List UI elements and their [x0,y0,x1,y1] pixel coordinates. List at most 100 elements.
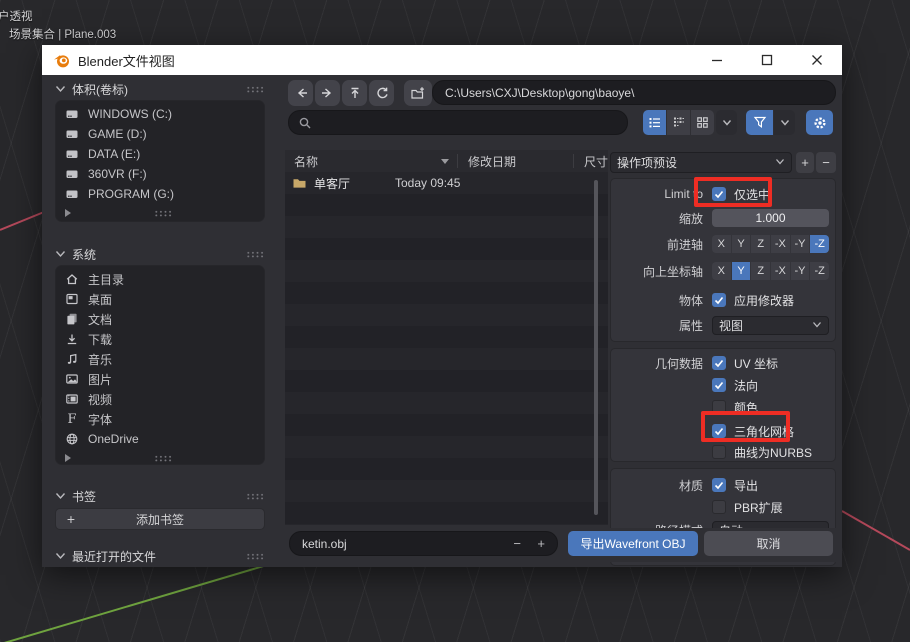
drive-icon [65,147,79,161]
normals-checkbox[interactable] [712,378,726,392]
triangulate-mesh-checkbox[interactable] [712,424,726,438]
search-input[interactable] [288,110,628,135]
panel-grip[interactable] [246,553,265,560]
axis-button[interactable]: -X [771,235,790,253]
sort-descending-icon[interactable] [441,159,449,164]
volumes-list: WINDOWS (C:) GAME (D:) DATA (E:) 360VR (… [55,100,265,222]
up-axis-group: X Y Z -X -Y -Z [712,262,829,280]
sidebar-item-pictures[interactable]: 图片 [56,369,264,389]
curves-as-nurbs-checkbox[interactable] [712,445,726,459]
check-icon [714,427,724,436]
sidebar-item-documents[interactable]: 文档 [56,309,264,329]
volume-item[interactable]: DATA (E:) [56,144,264,164]
axis-button[interactable]: Z [751,262,770,280]
scale-value-slider[interactable]: 1.000 [712,209,829,227]
cancel-button[interactable]: 取消 [704,531,833,556]
back-button[interactable] [288,80,313,106]
sidebar-section-recent[interactable]: 最近打开的文件 [55,548,265,564]
file-list-header: 名称 修改日期 尺寸 [285,150,608,172]
file-row[interactable]: 单客厅 Today 09:45 [285,172,608,194]
font-icon: F [65,412,79,426]
volume-item[interactable]: 360VR (F:) [56,164,264,184]
panel-grip[interactable] [246,86,265,93]
parent-directory-button[interactable] [342,80,367,106]
axis-button[interactable]: Y [732,262,751,280]
filter-options-dropdown[interactable] [774,110,795,135]
objects-label: 物体 [615,292,712,309]
back-arrow-icon [294,86,308,100]
colors-checkbox[interactable] [712,400,726,414]
chevron-down-icon [55,491,66,501]
sidebar-item-fonts[interactable]: F 字体 [56,409,264,429]
apply-modifiers-checkbox[interactable] [712,293,726,307]
panel-grip[interactable] [246,251,265,258]
maximize-button[interactable] [742,45,792,75]
expand-arrow-icon[interactable] [65,454,71,462]
filename-increment-button[interactable]: + [537,536,545,551]
axis-button[interactable]: X [712,235,731,253]
sidebar-item-downloads[interactable]: 下载 [56,329,264,349]
volume-item[interactable]: PROGRAM (G:) [56,184,264,204]
export-obj-button[interactable]: 导出Wavefront OBJ [568,531,698,556]
axis-button[interactable]: -Y [791,262,810,280]
close-button[interactable] [792,45,842,75]
column-name[interactable]: 名称 [294,153,318,170]
axis-button[interactable]: Y [732,235,751,253]
filter-funnel-icon [753,116,767,129]
volume-item[interactable]: WINDOWS (C:) [56,104,264,124]
panel-grip[interactable] [246,493,265,500]
search-icon [298,116,312,130]
axis-button[interactable]: -X [771,262,790,280]
view-grid-button[interactable] [691,110,714,135]
sidebar-item-desktop[interactable]: 桌面 [56,289,264,309]
new-folder-button[interactable] [404,80,432,106]
footer-bar: ketin.obj − + 导出Wavefront OBJ 取消 [285,528,836,562]
operator-preset-dropdown[interactable]: 操作项预设 [610,152,792,173]
export-materials-checkbox[interactable] [712,478,726,492]
forward-button[interactable] [315,80,340,106]
expand-arrow-icon[interactable] [65,209,71,217]
refresh-button[interactable] [369,80,394,106]
add-bookmark-button[interactable]: + 添加书签 [55,508,265,530]
preset-remove-button[interactable]: − [816,152,836,173]
sidebar-item-music[interactable]: 音乐 [56,349,264,369]
preset-add-button[interactable]: + [796,152,814,173]
axis-button[interactable]: -Z [810,262,829,280]
filter-button[interactable] [746,110,773,135]
sidebar-item-videos[interactable]: 视频 [56,389,264,409]
forward-arrow-icon [321,86,335,100]
blender-viewport: 户透视 场景集合 | Plane.003 Blender文件视图 [0,0,910,642]
sidebar-section-system[interactable]: 系统 [55,246,265,262]
column-date[interactable]: 修改日期 [468,153,573,170]
selected-only-checkbox[interactable] [712,187,726,201]
settings-button[interactable] [806,110,833,135]
view-options-dropdown[interactable] [716,110,737,135]
uv-coords-checkbox[interactable] [712,356,726,370]
panel-grip[interactable] [154,210,173,217]
filename-input[interactable]: ketin.obj − + [289,531,558,556]
desktop-icon [65,292,79,306]
sidebar-section-bookmarks[interactable]: 书签 [55,488,265,504]
file-list-scrollbar[interactable] [594,180,598,515]
axis-button[interactable]: -Z [810,235,829,253]
sidebar-item-onedrive[interactable]: OneDrive [56,429,264,449]
axis-button[interactable]: X [712,262,731,280]
properties-dropdown[interactable]: 视图 [712,316,829,335]
minimize-button[interactable] [692,45,742,75]
filename-decrement-button[interactable]: − [513,536,521,551]
dialog-titlebar[interactable]: Blender文件视图 [42,45,842,75]
column-size[interactable]: 尺寸 [584,153,608,170]
sidebar-section-volumes[interactable]: 体积(卷标) [55,81,265,97]
axis-button[interactable]: Z [751,235,770,253]
up-arrow-icon [348,86,362,100]
sidebar-item-home[interactable]: 主目录 [56,269,264,289]
view-list-button[interactable] [643,110,666,135]
pbr-extension-checkbox[interactable] [712,500,726,514]
panel-grip[interactable] [154,455,173,462]
volume-item[interactable]: GAME (D:) [56,124,264,144]
view-detail-button[interactable] [667,110,690,135]
path-input[interactable]: C:\Users\CXJ\Desktop\gong\baoye\ [432,80,836,105]
chevron-down-icon [55,551,66,561]
axis-button[interactable]: -Y [791,235,810,253]
check-icon [714,359,724,368]
